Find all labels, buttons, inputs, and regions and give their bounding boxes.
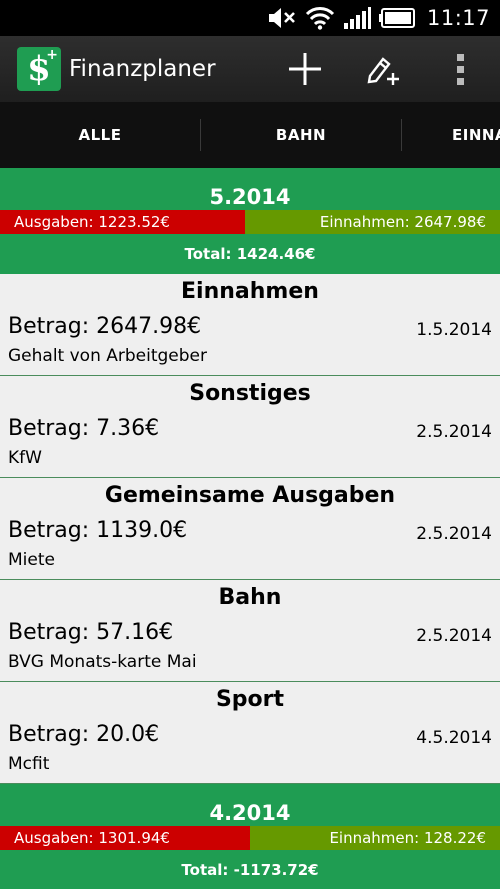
list-item[interactable]: Gemeinsame Ausgaben Betrag: 1139.0€ 2.5.…: [0, 478, 500, 580]
entry-category: Bahn: [218, 585, 282, 610]
add-icon: [289, 53, 321, 85]
app-title: Finanzplaner: [69, 56, 216, 82]
mute-icon: [267, 7, 297, 29]
entry-amount: Betrag: 7.36€: [8, 416, 160, 441]
month-total: Total: -1173.72€: [181, 861, 319, 879]
entry-amount: Betrag: 1139.0€: [8, 518, 188, 543]
list-item[interactable]: Sport Betrag: 20.0€ 4.5.2014 Mcfit: [0, 682, 500, 784]
month-header[interactable]: 5.2014 Ausgaben: 1223.52€ Einnahmen: 264…: [0, 168, 500, 274]
month-total: Total: 1424.46€: [184, 245, 316, 263]
entry-amount: Betrag: 2647.98€: [8, 314, 202, 339]
entry-description: Gehalt von Arbeitgeber: [8, 346, 208, 366]
tab-einnahmen[interactable]: EINNA: [402, 102, 500, 168]
expenses-label: Ausgaben: 1301.94€: [0, 826, 250, 850]
edit-add-button[interactable]: [344, 36, 422, 102]
entry-date: 2.5.2014: [416, 626, 492, 646]
list-item[interactable]: Bahn Betrag: 57.16€ 2.5.2014 BVG Monats-…: [0, 580, 500, 682]
expenses-label: Ausgaben: 1223.52€: [0, 210, 245, 234]
app-logo-icon[interactable]: $ +: [17, 47, 61, 91]
income-label: Einnahmen: 128.22€: [250, 826, 500, 850]
month-title: 4.2014: [209, 801, 291, 825]
status-bar: 11:17: [0, 0, 500, 36]
list-item[interactable]: Sonstiges Betrag: 7.36€ 2.5.2014 KfW: [0, 376, 500, 478]
overflow-menu-icon: [457, 54, 464, 85]
signal-icon: [343, 7, 371, 29]
entry-category: Sonstiges: [189, 381, 311, 406]
entry-amount: Betrag: 20.0€: [8, 722, 160, 747]
entry-description: BVG Monats-karte Mai: [8, 652, 197, 672]
entry-description: Mcfit: [8, 754, 50, 774]
entry-category: Gemeinsame Ausgaben: [104, 483, 396, 508]
month-title: 5.2014: [209, 185, 291, 209]
tab-alle[interactable]: ALLE: [0, 102, 200, 168]
wifi-icon: [305, 6, 335, 30]
month-summary-bar: Ausgaben: 1301.94€ Einnahmen: 128.22€: [0, 826, 500, 850]
edit-add-icon: [367, 57, 399, 85]
tab-label: BAHN: [275, 126, 327, 144]
entry-date: 2.5.2014: [416, 422, 492, 442]
tab-strip: ALLE BAHN EINNA: [0, 102, 500, 168]
list-item[interactable]: Einnahmen Betrag: 2647.98€ 1.5.2014 Geha…: [0, 274, 500, 376]
tab-label: ALLE: [78, 126, 122, 144]
entry-date: 4.5.2014: [416, 728, 492, 748]
tab-bahn[interactable]: BAHN: [201, 102, 401, 168]
battery-icon: [378, 8, 415, 28]
entry-category: Einnahmen: [181, 279, 319, 304]
entry-date: 2.5.2014: [416, 524, 492, 544]
month-header[interactable]: 4.2014 Ausgaben: 1301.94€ Einnahmen: 128…: [0, 784, 500, 889]
entry-amount: Betrag: 57.16€: [8, 620, 174, 645]
month-summary-bar: Ausgaben: 1223.52€ Einnahmen: 2647.98€: [0, 210, 500, 234]
action-bar: $ + Finanzplaner: [0, 36, 500, 102]
overflow-menu-button[interactable]: [422, 36, 500, 102]
clock-time: 11:17: [426, 6, 490, 30]
income-label: Einnahmen: 2647.98€: [245, 210, 500, 234]
tab-label: EINNA: [452, 126, 500, 144]
entry-date: 1.5.2014: [416, 320, 492, 340]
entry-description: Miete: [8, 550, 55, 570]
add-button[interactable]: [266, 36, 344, 102]
entry-category: Sport: [215, 687, 285, 712]
entry-description: KfW: [8, 448, 42, 468]
